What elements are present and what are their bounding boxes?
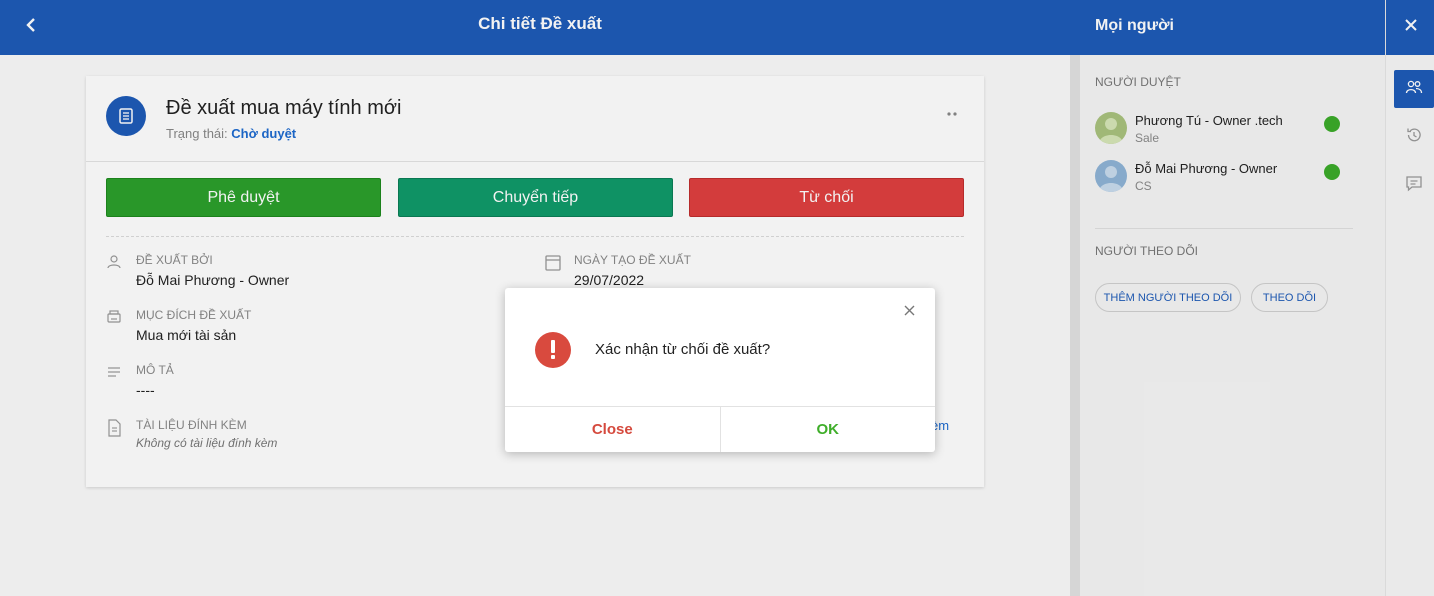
exclamation-icon [535, 332, 571, 368]
ok-button[interactable]: OK [721, 407, 936, 452]
close-button[interactable]: Close [505, 407, 721, 452]
dialog-footer: Close OK [505, 406, 935, 452]
dialog-close-button[interactable] [901, 304, 917, 320]
confirm-dialog: Xác nhận từ chối đề xuất? Close OK [505, 288, 935, 452]
close-icon [904, 303, 915, 321]
dialog-message: Xác nhận từ chối đề xuất? [595, 341, 771, 358]
